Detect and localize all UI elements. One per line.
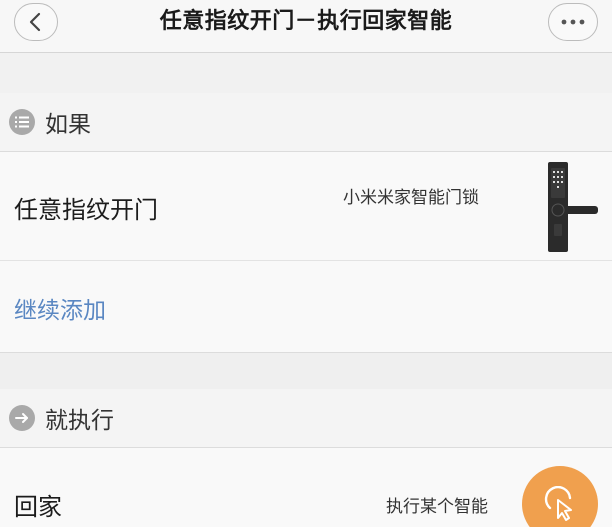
then-section-header: 就执行 <box>0 389 612 447</box>
add-more-row[interactable]: 继续添加 <box>0 261 612 353</box>
arrow-right-icon <box>9 405 35 431</box>
action-title: 回家 <box>14 493 62 521</box>
back-button[interactable] <box>14 3 58 41</box>
if-section-header: 如果 <box>0 93 612 151</box>
top-bar: 任意指纹开门－执行回家智能 <box>0 0 612 53</box>
list-icon <box>9 109 35 135</box>
page-title: 任意指纹开门－执行回家智能 <box>159 9 453 34</box>
action-detail: 执行某个智能 <box>386 497 488 517</box>
trigger-device: 小米米家智能门锁 <box>343 188 479 208</box>
door-lock-icon <box>548 162 598 252</box>
automation-detail-page: 任意指纹开门－执行回家智能 如果 任意指纹开门 小米米家智能门锁 继续添加 就执… <box>0 0 612 527</box>
trigger-title: 任意指纹开门 <box>14 196 158 224</box>
chevron-left-icon <box>29 12 41 32</box>
trigger-row[interactable]: 任意指纹开门 小米米家智能门锁 <box>0 152 612 260</box>
spacer <box>0 53 612 93</box>
then-section-label: 就执行 <box>45 408 114 434</box>
more-horizontal-icon <box>561 19 585 25</box>
if-section-label: 如果 <box>45 112 91 138</box>
condition-card: 任意指纹开门 小米米家智能门锁 继续添加 <box>0 151 612 353</box>
pointer-click-icon <box>544 486 572 521</box>
more-button[interactable] <box>548 3 598 41</box>
spacer <box>0 353 612 391</box>
add-more-link[interactable]: 继续添加 <box>14 291 106 325</box>
action-row[interactable]: 回家 执行某个智能 <box>0 447 612 527</box>
